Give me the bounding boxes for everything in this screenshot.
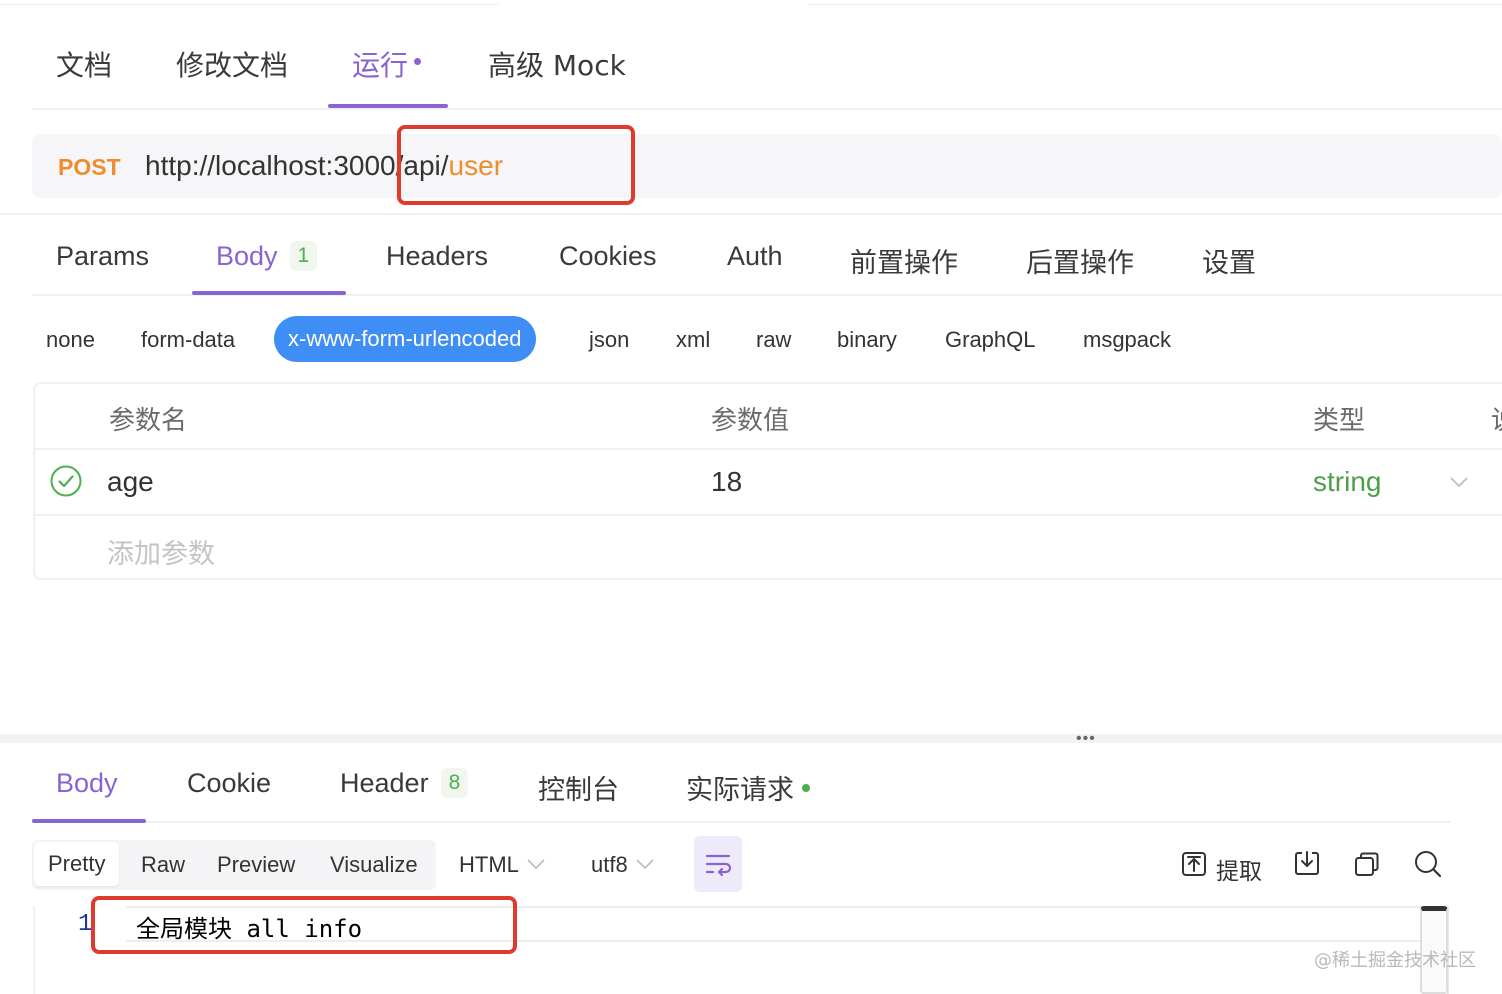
column-header-name: 参数名: [109, 406, 188, 436]
chevron-down-icon: [527, 859, 545, 870]
table-row: age 18 string: [35, 450, 1502, 516]
extract-button-icon[interactable]: [1181, 851, 1207, 882]
tab-pre-operations[interactable]: 前置操作: [850, 241, 958, 280]
body-type-msgpack[interactable]: msgpack: [1083, 327, 1171, 353]
count-badge: 8: [440, 767, 469, 798]
body-type-form-data[interactable]: form-data: [141, 327, 235, 353]
params-table: 参数名 参数值 类型 说 age 18 string 添加参数: [33, 382, 1502, 580]
top-edge-segment: [0, 0, 498, 5]
tab-response-cookie[interactable]: Cookie: [187, 768, 271, 799]
body-type-graphql[interactable]: GraphQL: [945, 327, 1036, 353]
http-method[interactable]: POST: [58, 154, 121, 181]
tab-cookies[interactable]: Cookies: [559, 241, 657, 272]
panel-splitter[interactable]: [0, 734, 1502, 743]
tab-settings[interactable]: 设置: [1202, 241, 1256, 280]
doc-tabs: 文档 修改文档 运行 高级 Mock: [32, 18, 1502, 110]
chevron-down-icon: [636, 859, 654, 870]
request-tabs: Params Body 1 Headers Cookies Auth 前置操作 后…: [32, 215, 1502, 296]
search-icon[interactable]: [1414, 850, 1442, 883]
tab-actual-request[interactable]: 实际请求: [686, 768, 810, 807]
copy-icon[interactable]: [1354, 851, 1380, 882]
table-header: 参数名 参数值 类型 说: [35, 384, 1502, 450]
tab-response-header-label: Header: [340, 768, 429, 798]
tab-params[interactable]: Params: [56, 241, 149, 272]
body-type-xml[interactable]: xml: [676, 327, 710, 353]
tab-run-label: 运行: [352, 49, 409, 82]
format-value: HTML: [459, 852, 519, 877]
view-raw[interactable]: Raw: [141, 852, 185, 878]
tab-headers[interactable]: Headers: [386, 241, 488, 272]
url-bar[interactable]: POST http://localhost:3000/api/user: [32, 134, 1502, 198]
view-mode-segmented: Pretty Raw Preview Visualize: [32, 840, 436, 890]
body-type-json[interactable]: json: [589, 327, 629, 353]
watermark: @稀土掘金技术社区: [1314, 950, 1476, 971]
param-type-select[interactable]: string: [1313, 466, 1381, 498]
tab-response-body[interactable]: Body: [56, 768, 118, 799]
response-tabs: Body Cookie Header 8 控制台 实际请求: [32, 743, 1450, 823]
column-header-description: 说: [1491, 400, 1502, 437]
status-dot: [802, 783, 810, 792]
word-wrap-button[interactable]: [694, 836, 742, 892]
param-name[interactable]: age: [107, 466, 154, 498]
tab-run[interactable]: 运行: [352, 44, 422, 84]
view-preview[interactable]: Preview: [217, 852, 295, 878]
count-badge: 1: [289, 240, 318, 271]
view-visualize[interactable]: Visualize: [330, 852, 418, 878]
top-edge: [0, 0, 1502, 6]
tab-body[interactable]: Body 1: [216, 240, 318, 273]
format-select[interactable]: HTML: [459, 852, 545, 878]
active-tab-indicator: [328, 104, 448, 108]
tab-console[interactable]: 控制台: [538, 768, 619, 807]
view-pretty[interactable]: Pretty: [34, 842, 120, 886]
body-type-urlencoded[interactable]: x-www-form-urlencoded: [274, 316, 536, 362]
unsaved-dot: [414, 57, 422, 65]
annotation-box: [91, 896, 517, 954]
body-type-selector: none form-data x-www-form-urlencoded jso…: [0, 316, 1502, 364]
body-type-none[interactable]: none: [46, 327, 95, 353]
wrap-lines-icon: [705, 854, 732, 877]
active-tab-indicator: [32, 819, 146, 823]
body-type-binary[interactable]: binary: [837, 327, 897, 353]
tab-advanced-mock[interactable]: 高级 Mock: [488, 44, 626, 84]
chevron-down-icon[interactable]: [1449, 472, 1469, 492]
column-header-type: 类型: [1313, 406, 1366, 436]
body-type-raw[interactable]: raw: [756, 327, 791, 353]
add-param-input[interactable]: 添加参数: [107, 532, 215, 571]
tab-response-header[interactable]: Header 8: [340, 767, 469, 800]
column-header-value: 参数值: [711, 406, 790, 436]
download-icon[interactable]: [1294, 850, 1320, 881]
active-tab-indicator: [192, 291, 346, 295]
extract-button[interactable]: 提取: [1216, 852, 1262, 886]
tab-auth[interactable]: Auth: [727, 241, 783, 272]
tab-edit-doc[interactable]: 修改文档: [176, 44, 288, 84]
encoding-select[interactable]: utf8: [591, 852, 654, 878]
tab-body-label: Body: [216, 241, 278, 271]
tab-post-operations[interactable]: 后置操作: [1026, 241, 1134, 280]
top-edge-segment: [808, 0, 1502, 5]
param-value[interactable]: 18: [711, 466, 742, 498]
encoding-value: utf8: [591, 852, 628, 877]
tab-doc[interactable]: 文档: [56, 44, 112, 84]
checkbox-checked-icon[interactable]: [50, 465, 82, 497]
annotation-box: [397, 125, 635, 205]
tab-actual-request-label: 实际请求: [686, 775, 794, 806]
